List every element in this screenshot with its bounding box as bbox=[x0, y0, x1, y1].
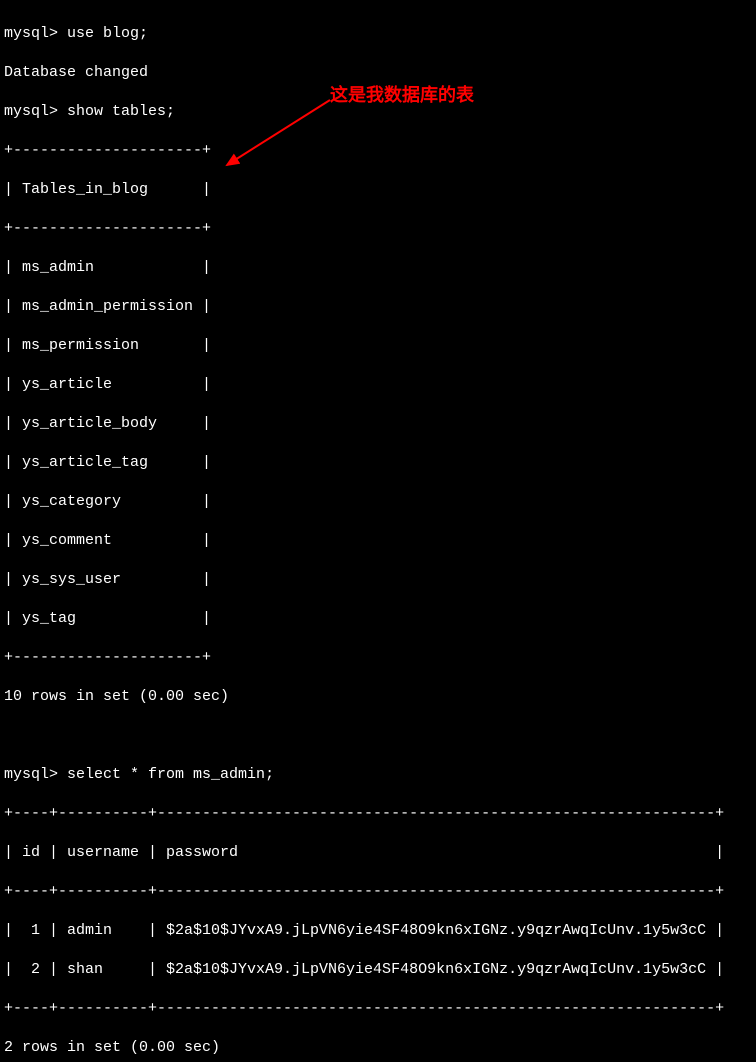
terminal-output: mysql> use blog; Database changed mysql>… bbox=[4, 4, 752, 1062]
table-row: | ys_article_tag | bbox=[4, 453, 752, 473]
mysql-prompt: mysql> bbox=[4, 25, 58, 42]
blank-line bbox=[4, 726, 752, 746]
table-border: +----+----------+-----------------------… bbox=[4, 882, 752, 902]
command-line: mysql> select * from ms_admin; bbox=[4, 765, 752, 785]
command-text: show tables; bbox=[67, 103, 175, 120]
table-border: +----+----------+-----------------------… bbox=[4, 804, 752, 824]
table-row: | ms_admin | bbox=[4, 258, 752, 278]
table-border: +----+----------+-----------------------… bbox=[4, 999, 752, 1019]
table-row: | 2 | shan | $2a$10$JYvxA9.jLpVN6yie4SF4… bbox=[4, 960, 752, 980]
table-row: | ys_sys_user | bbox=[4, 570, 752, 590]
command-line: mysql> use blog; bbox=[4, 24, 752, 44]
rows-summary: 10 rows in set (0.00 sec) bbox=[4, 687, 752, 707]
table-border: +---------------------+ bbox=[4, 141, 752, 161]
mysql-prompt: mysql> bbox=[4, 103, 58, 120]
table-header: | Tables_in_blog | bbox=[4, 180, 752, 200]
mysql-prompt: mysql> bbox=[4, 766, 58, 783]
command-text: select * from ms_admin; bbox=[67, 766, 274, 783]
table-header: | id | username | password | bbox=[4, 843, 752, 863]
table-border: +---------------------+ bbox=[4, 219, 752, 239]
command-text: use blog; bbox=[67, 25, 148, 42]
table-border: +---------------------+ bbox=[4, 648, 752, 668]
table-row: | ms_admin_permission | bbox=[4, 297, 752, 317]
rows-summary: 2 rows in set (0.00 sec) bbox=[4, 1038, 752, 1058]
table-row: | ys_article_body | bbox=[4, 414, 752, 434]
table-row: | ys_comment | bbox=[4, 531, 752, 551]
table-row: | ms_permission | bbox=[4, 336, 752, 356]
table-row: | ys_tag | bbox=[4, 609, 752, 629]
response-line: Database changed bbox=[4, 63, 752, 83]
table-row: | ys_article | bbox=[4, 375, 752, 395]
table-row: | 1 | admin | $2a$10$JYvxA9.jLpVN6yie4SF… bbox=[4, 921, 752, 941]
table-row: | ys_category | bbox=[4, 492, 752, 512]
annotation-label: 这是我数据库的表 bbox=[330, 84, 474, 107]
